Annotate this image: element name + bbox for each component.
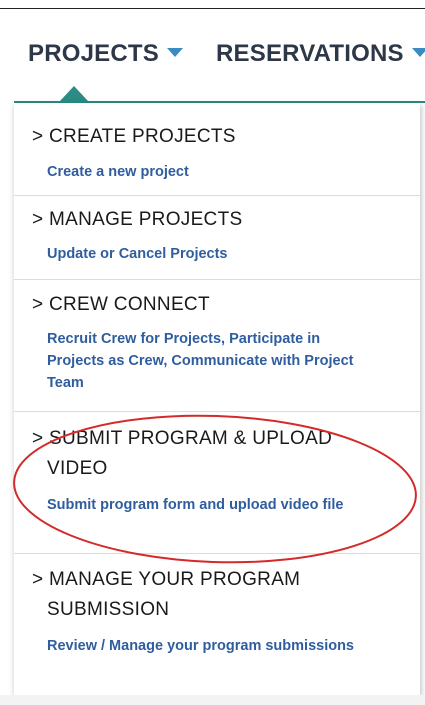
menu-item-title: > MANAGE PROJECTS bbox=[32, 209, 243, 230]
bottom-strip bbox=[0, 695, 425, 705]
nav-reservations[interactable]: RESERVATIONS bbox=[216, 40, 425, 68]
menu-item-submit-program[interactable]: > SUBMIT PROGRAM & UPLOAD VIDEO Submit p… bbox=[14, 412, 420, 554]
menu-item-description[interactable]: Create a new project bbox=[47, 161, 377, 183]
caret-down-icon bbox=[166, 48, 183, 57]
menu-item-crew-connect[interactable]: > CREW CONNECT Recruit Crew for Projects… bbox=[14, 280, 420, 412]
menu-item-title-line2: SUBMISSION bbox=[47, 599, 170, 620]
menu-item-description[interactable]: Recruit Crew for Projects, Participate i… bbox=[47, 328, 377, 394]
menu-item-title-line2: VIDEO bbox=[47, 458, 108, 479]
main-nav: PROJECTS RESERVATIONS bbox=[0, 28, 425, 88]
menu-item-title-line1: > SUBMIT PROGRAM & UPLOAD bbox=[32, 428, 333, 449]
menu-item-manage-submission[interactable]: > MANAGE YOUR PROGRAM SUBMISSION Review … bbox=[14, 554, 420, 695]
menu-item-title: > CREW CONNECT bbox=[32, 294, 210, 315]
caret-down-icon bbox=[411, 48, 425, 57]
dropdown-pointer-icon bbox=[60, 86, 88, 101]
nav-projects[interactable]: PROJECTS bbox=[28, 40, 183, 68]
menu-item-description[interactable]: Submit program form and upload video fil… bbox=[47, 494, 377, 516]
top-divider bbox=[0, 8, 425, 9]
menu-item-description[interactable]: Update or Cancel Projects bbox=[47, 243, 377, 265]
menu-item-manage-projects[interactable]: > MANAGE PROJECTS Update or Cancel Proje… bbox=[14, 196, 420, 280]
menu-item-description[interactable]: Review / Manage your program submissions bbox=[47, 635, 377, 657]
menu-item-create-projects[interactable]: > CREATE PROJECTS Create a new project bbox=[14, 103, 420, 196]
menu-item-title-line1: > MANAGE YOUR PROGRAM bbox=[32, 569, 301, 590]
nav-projects-label: PROJECTS bbox=[28, 40, 159, 67]
page: PROJECTS RESERVATIONS > CREATE PROJECTS … bbox=[0, 0, 425, 705]
projects-dropdown-menu: > CREATE PROJECTS Create a new project >… bbox=[14, 103, 420, 695]
menu-item-title: > CREATE PROJECTS bbox=[32, 126, 236, 147]
nav-reservations-label: RESERVATIONS bbox=[216, 40, 404, 67]
